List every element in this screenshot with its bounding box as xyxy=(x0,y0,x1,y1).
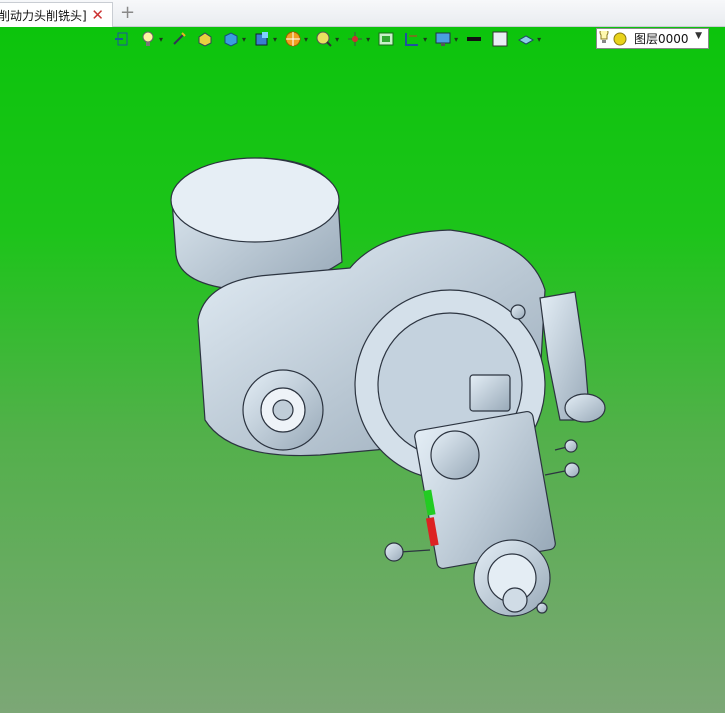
motor-cap xyxy=(170,157,340,243)
motor-can xyxy=(430,430,480,480)
milling-head-model[interactable] xyxy=(0,0,725,713)
spindle-block xyxy=(414,410,556,570)
